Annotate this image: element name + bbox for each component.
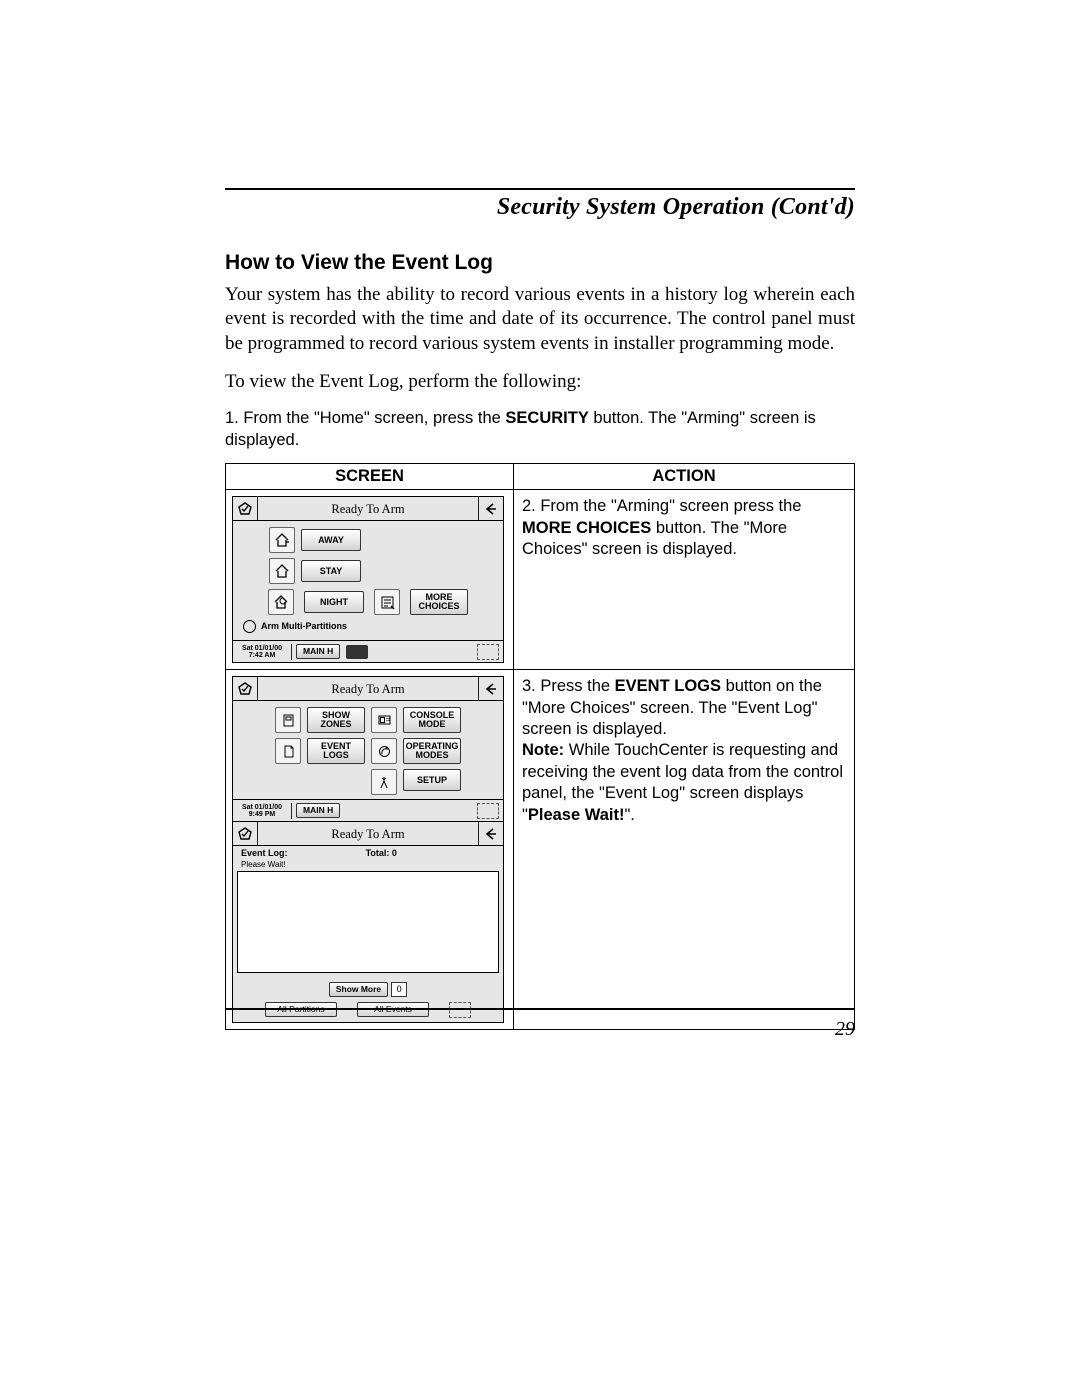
more-choices-l2: CHOICES [418, 602, 459, 611]
lcd-title: Ready To Arm [258, 826, 478, 842]
more-choices-button[interactable]: MORE CHOICES [410, 589, 468, 615]
status-main-button[interactable]: MAIN H [296, 803, 340, 818]
event-log-header: Event Log: Total: 0 [237, 848, 499, 860]
away-button[interactable]: AWAY [301, 529, 361, 551]
modes-icon [371, 738, 397, 764]
lcd-title: Ready To Arm [258, 681, 478, 697]
status-box-icon [477, 644, 499, 660]
lead-in: To view the Event Log, perform the follo… [225, 370, 855, 394]
night-icon [268, 589, 294, 615]
show-more-button[interactable]: Show More [329, 982, 388, 997]
event-log-list-area [237, 871, 499, 973]
show-zones-l2: ZONES [320, 720, 351, 729]
screen-cell-arming: Ready To Arm AWAY [226, 490, 514, 670]
table-row: Ready To Arm AWAY [226, 490, 855, 670]
page-content: Security System Operation (Cont'd) How t… [225, 188, 855, 1030]
lcd-body: AWAY STAY [233, 521, 503, 640]
lcd-title: Ready To Arm [258, 501, 478, 517]
list-icon [374, 589, 400, 615]
back-icon[interactable] [478, 497, 503, 520]
setup-icon [371, 769, 397, 795]
status-main-button[interactable]: MAIN H [296, 644, 340, 659]
lcd-statusbar: Sat 01/01/00 9:49 PM MAIN H [233, 799, 503, 821]
status-icon [233, 822, 258, 845]
action-2-pre: 3. Press the [522, 677, 615, 695]
event-log-label: Event Log: [241, 848, 288, 860]
lcd-arming-screen: Ready To Arm AWAY [232, 496, 504, 663]
status-date-l2: 7:42 AM [235, 652, 289, 659]
lcd-more-choices-screen: Ready To Arm SHOW [232, 676, 504, 822]
away-icon [269, 527, 295, 553]
note-post: ". [624, 806, 634, 824]
console-mode-button[interactable]: CONSOLE MODE [403, 707, 461, 733]
operating-modes-button[interactable]: OPERATING MODES [403, 738, 461, 764]
page-number: 29 [835, 1018, 855, 1041]
table-header-row: SCREEN ACTION [226, 464, 855, 490]
show-more-row: Show More0 [237, 977, 499, 998]
col-header-action: ACTION [514, 464, 855, 490]
status-datetime: Sat 01/01/00 7:42 AM [233, 644, 292, 660]
night-button[interactable]: NIGHT [304, 591, 364, 613]
action-1-pre: 2. From the "Arming" screen press the [522, 497, 802, 515]
rule-top [225, 188, 855, 190]
back-icon[interactable] [478, 822, 503, 845]
lcd-statusbar: Sat 01/01/00 7:42 AM MAIN H [233, 640, 503, 662]
section-heading: How to View the Event Log [225, 251, 855, 275]
arm-multi-partitions-row[interactable]: Arm Multi-Partitions [243, 620, 495, 633]
arm-multi-label: Arm Multi-Partitions [261, 621, 347, 633]
rule-bottom [225, 1008, 855, 1010]
back-icon[interactable] [478, 677, 503, 700]
event-logs-button[interactable]: EVENT LOGS [307, 738, 365, 764]
setup-button[interactable]: SETUP [403, 769, 461, 791]
lcd-body: Event Log: Total: 0 Please Wait! Show Mo… [233, 846, 503, 1022]
stay-button[interactable]: STAY [301, 560, 361, 582]
operating-modes-l2: MODES [415, 751, 448, 760]
battery-icon [346, 645, 368, 659]
action-cell-1: 2. From the "Arming" screen press the MO… [514, 490, 855, 670]
show-more-count: 0 [391, 982, 407, 997]
stay-icon [269, 558, 295, 584]
zones-icon [275, 707, 301, 733]
lcd-titlebar: Ready To Arm [233, 677, 503, 701]
console-mode-l2: MODE [419, 720, 446, 729]
note-label: Note: [522, 741, 564, 759]
status-icon [233, 677, 258, 700]
radio-icon [243, 620, 256, 633]
status-box-icon [477, 803, 499, 819]
table-row: Ready To Arm SHOW [226, 670, 855, 1030]
action-1-bold: MORE CHOICES [522, 519, 651, 537]
step-1-pre: 1. From the "Home" screen, press the [225, 409, 505, 427]
status-datetime: Sat 01/01/00 9:49 PM [233, 803, 292, 819]
lcd-titlebar: Ready To Arm [233, 822, 503, 846]
screen-cell-eventlog: Ready To Arm SHOW [226, 670, 514, 1030]
event-log-total: Total: 0 [366, 848, 397, 860]
status-date-l2: 9:49 PM [235, 811, 289, 818]
col-header-screen: SCREEN [226, 464, 514, 490]
note-bold: Please Wait! [528, 806, 625, 824]
action-cell-2: 3. Press the EVENT LOGS button on the "M… [514, 670, 855, 1030]
status-date-l1: Sat 01/01/00 [235, 645, 289, 652]
step-1-bold: SECURITY [505, 409, 588, 427]
step-1: 1. From the "Home" screen, press the SEC… [225, 408, 855, 451]
lcd-titlebar: Ready To Arm [233, 497, 503, 521]
logs-icon [275, 738, 301, 764]
show-zones-button[interactable]: SHOW ZONES [307, 707, 365, 733]
status-date-l1: Sat 01/01/00 [235, 804, 289, 811]
screen-action-table: SCREEN ACTION Ready To Arm [225, 463, 855, 1030]
event-logs-l2: LOGS [323, 751, 349, 760]
action-2-bold: EVENT LOGS [615, 677, 721, 695]
running-head: Security System Operation (Cont'd) [225, 194, 855, 221]
intro-paragraph: Your system has the ability to record va… [225, 283, 855, 356]
please-wait-text: Please Wait! [237, 860, 499, 870]
manual-page: Security System Operation (Cont'd) How t… [0, 0, 1080, 1397]
console-icon [371, 707, 397, 733]
status-icon [233, 497, 258, 520]
lcd-event-log-screen: Ready To Arm Event Log: Total: 0 [232, 821, 504, 1023]
lcd-body: SHOW ZONES CONSOLE MODE [233, 701, 503, 799]
